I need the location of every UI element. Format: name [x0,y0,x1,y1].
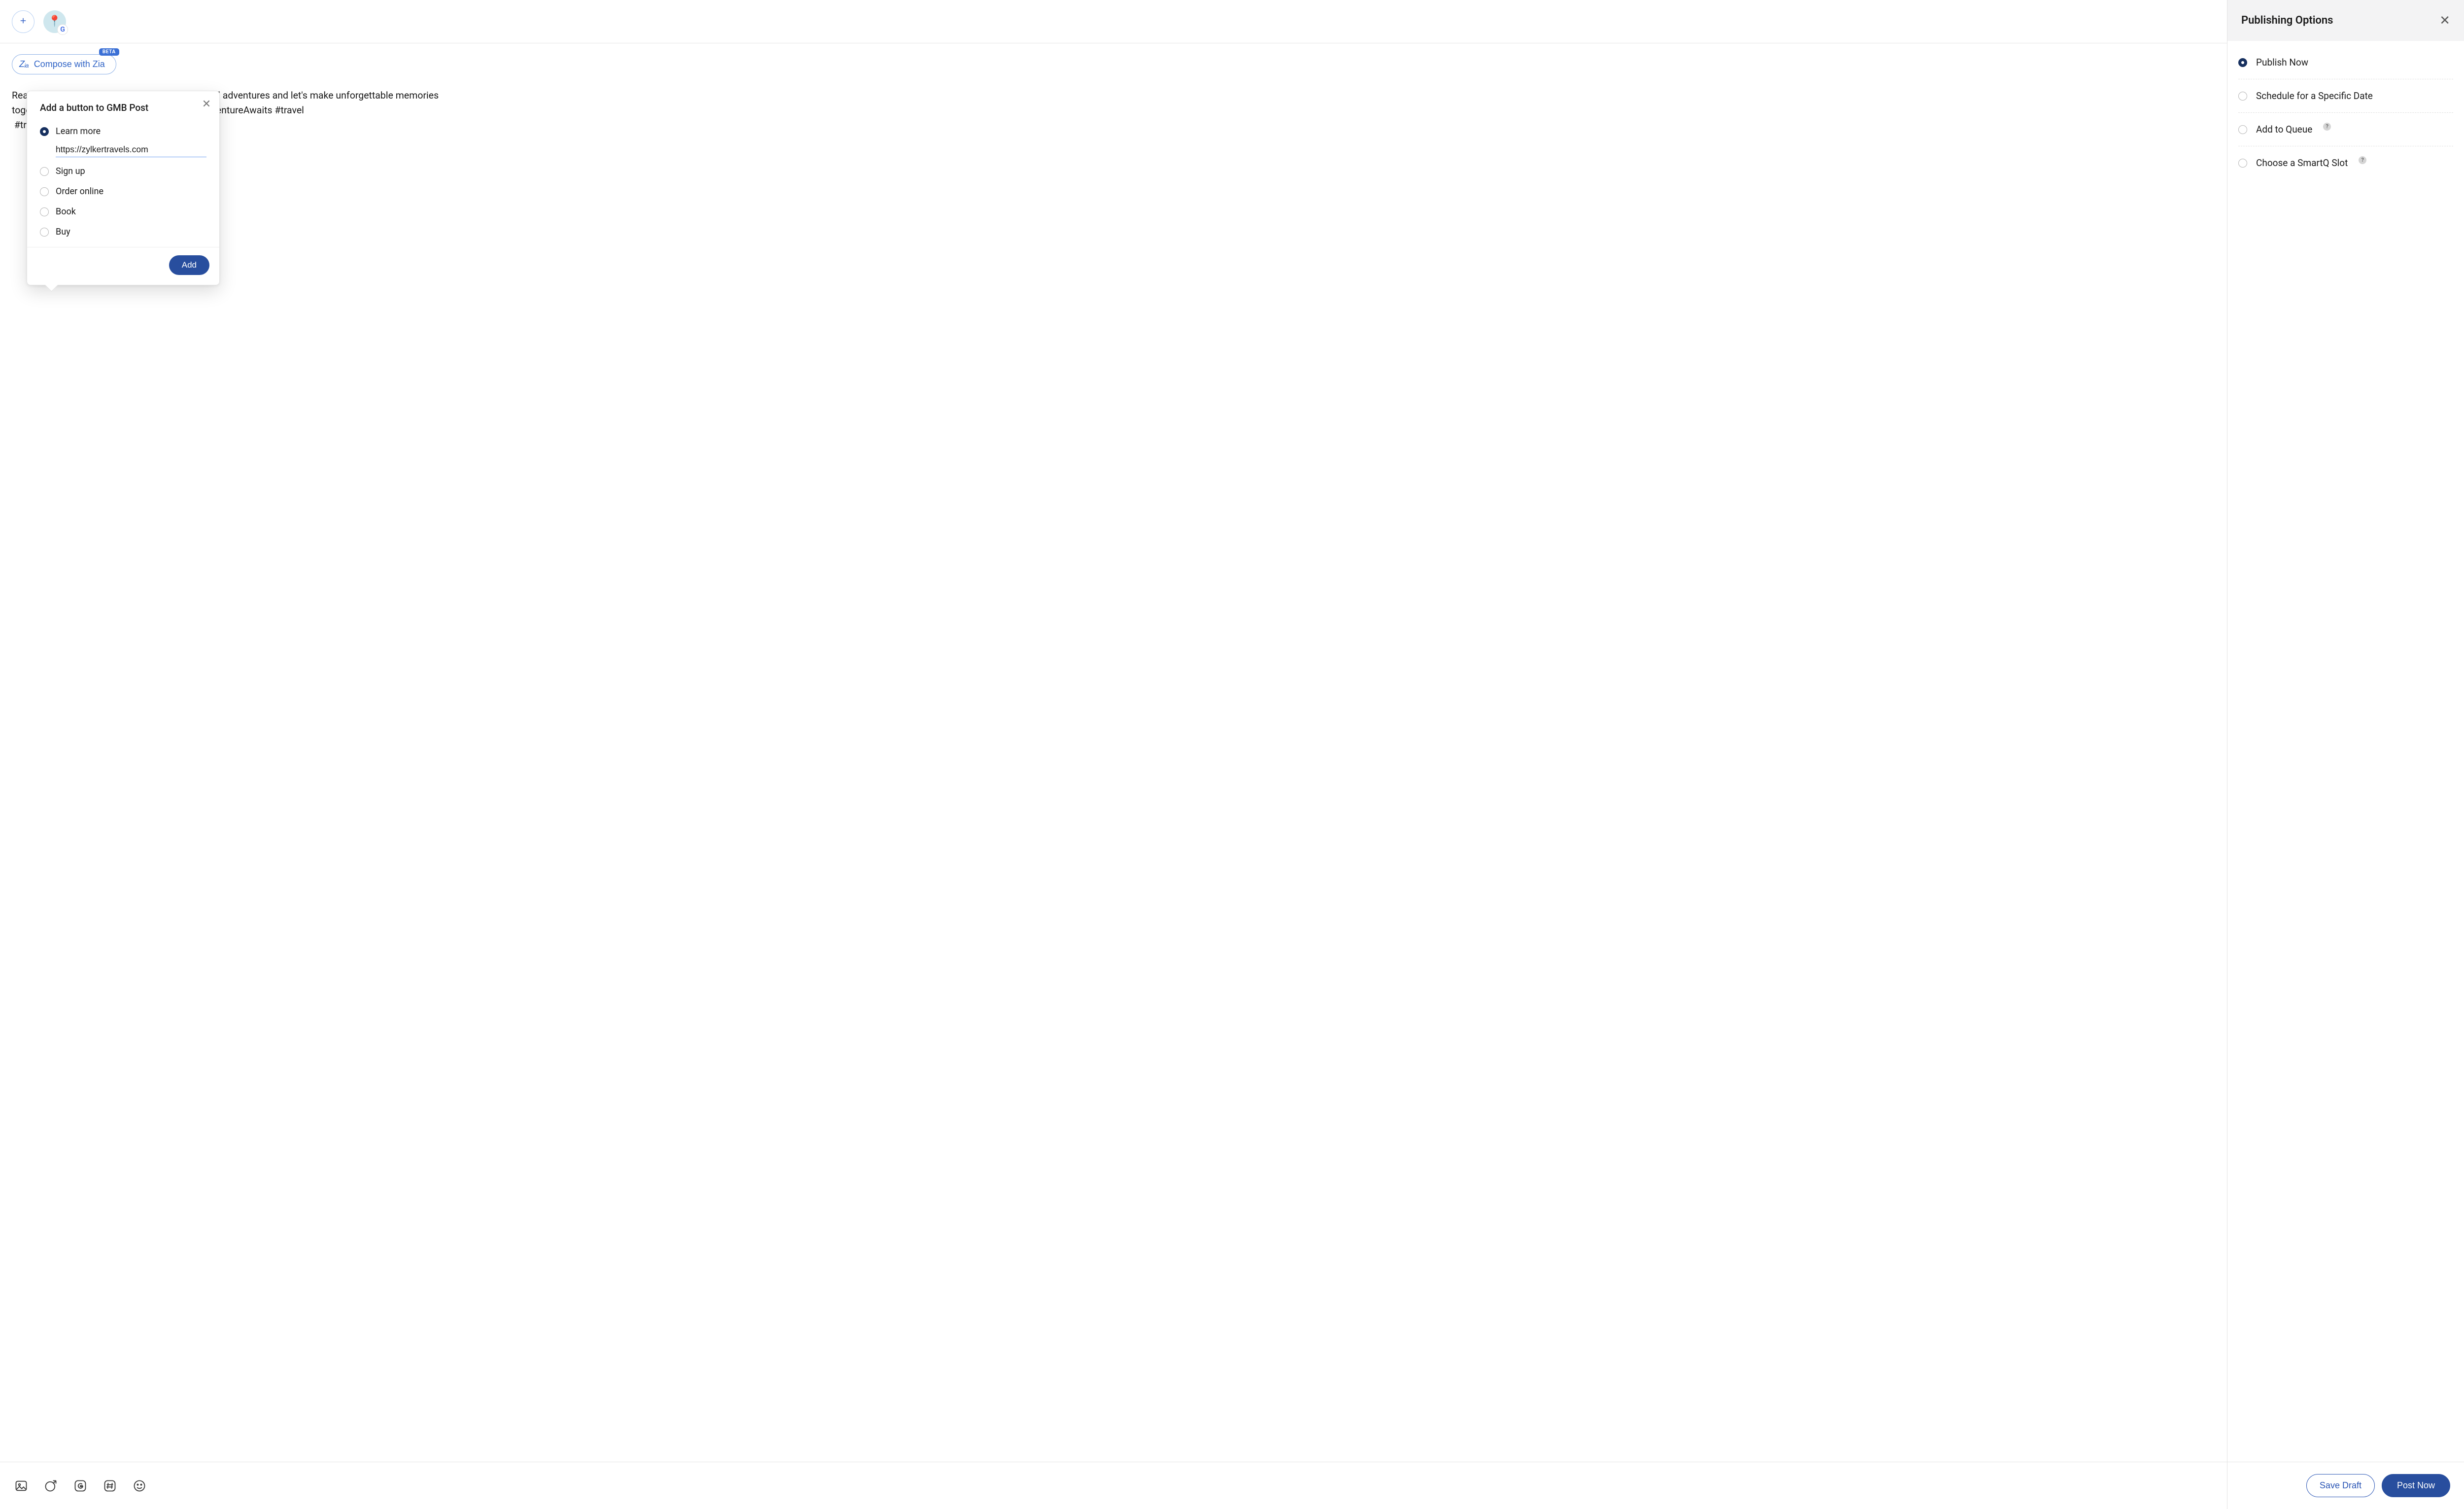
radio-icon [2238,92,2247,101]
compose-area: BETA Zᵢₐ Compose with Zia Ready to explo… [0,43,2227,1462]
image-icon[interactable] [14,1478,29,1493]
help-icon[interactable]: ? [2323,123,2331,131]
emoji-icon[interactable] [132,1478,147,1493]
close-icon: ✕ [202,98,211,110]
save-draft-button[interactable]: Save Draft [2306,1474,2375,1497]
gmb-option-label: Order online [56,186,103,197]
radio-icon [40,207,49,216]
radio-icon [40,187,49,196]
gmb-option-row[interactable]: Learn more [40,121,206,141]
gmb-option-label: Learn more [56,126,101,137]
add-channel-button[interactable] [12,10,34,33]
gmb-option-row[interactable]: Sign up [40,161,206,181]
gmb-icon[interactable] [73,1478,88,1493]
sidebar-title: Publishing Options [2241,14,2333,27]
gmb-option-row[interactable]: Book [40,202,206,222]
compose-with-zia-button[interactable]: Zᵢₐ Compose with Zia [12,54,116,74]
popover-title: Add a button to GMB Post [40,102,206,113]
gmb-option-label: Buy [56,227,70,237]
close-icon: ✕ [2439,13,2450,28]
gmb-add-button[interactable]: Add [169,255,209,275]
radio-icon [40,228,49,237]
channel-avatar[interactable]: 📍 G [43,10,66,33]
publishing-option-row[interactable]: Add to Queue? [2238,113,2453,146]
radio-icon [40,127,49,136]
plus-icon [19,16,28,27]
channel-header: 📍 G [0,0,2227,43]
radio-icon [2238,159,2247,168]
beta-badge: BETA [99,48,119,56]
publishing-option-row[interactable]: Schedule for a Specific Date [2238,79,2453,113]
radio-icon [2238,125,2247,134]
gmb-option-row[interactable]: Order online [40,181,206,202]
publishing-sidebar: Publishing Options ✕ Publish Now Schedule… [2227,0,2464,1509]
publishing-option-label: Schedule for a Specific Date [2256,90,2373,102]
help-icon[interactable]: ? [2359,156,2366,164]
gmb-option-row[interactable]: Buy [40,222,206,242]
radio-icon [40,167,49,176]
footer-actions: Save Draft Post Now [2227,1462,2464,1509]
publishing-option-row[interactable]: Publish Now [2238,46,2453,79]
share-icon[interactable] [43,1478,58,1493]
publishing-option-label: Publish Now [2256,57,2308,68]
gmb-option-label: Sign up [56,166,85,176]
zia-icon: Zᵢₐ [19,59,29,69]
popover-close-button[interactable]: ✕ [200,97,213,111]
sidebar-close-button[interactable]: ✕ [2439,13,2450,28]
gmb-url-input[interactable] [56,142,206,157]
publishing-option-row[interactable]: Choose a SmartQ Slot? [2238,146,2453,179]
radio-icon [2238,58,2247,67]
publishing-option-label: Choose a SmartQ Slot [2256,157,2348,169]
gmb-option-label: Book [56,206,76,217]
zia-button-label: Compose with Zia [34,59,105,69]
compose-toolbar [0,1462,2227,1509]
google-badge-icon: G [57,24,68,35]
publishing-option-label: Add to Queue [2256,124,2312,135]
hashtag-icon[interactable] [103,1478,117,1493]
gmb-button-popover: ✕ Add a button to GMB Post Learn more Sig… [27,91,220,285]
post-now-button[interactable]: Post Now [2382,1474,2450,1497]
